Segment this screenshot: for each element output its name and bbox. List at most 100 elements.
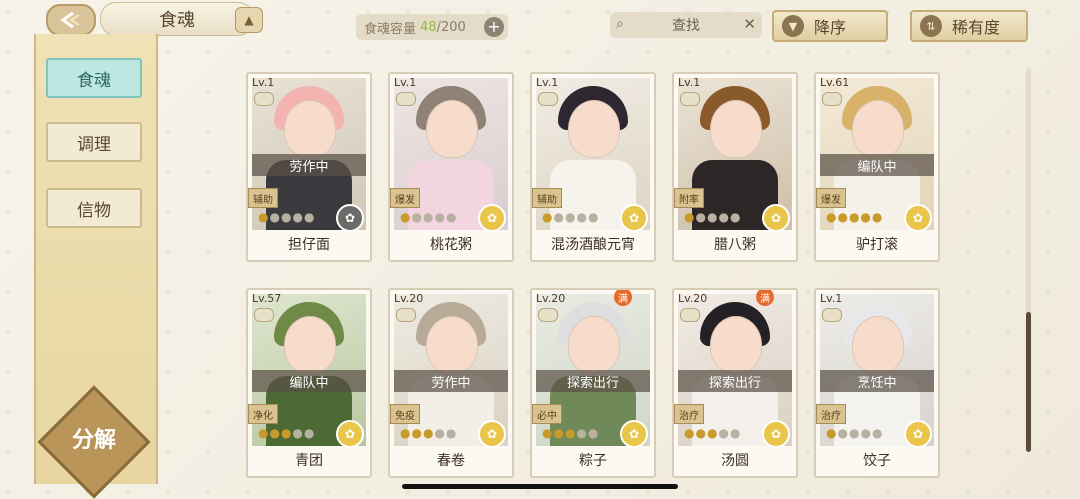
role-badge: 辅助 (248, 188, 278, 208)
character-name: 春卷 (437, 453, 465, 469)
flower-emblem-icon: ✿ (762, 204, 790, 232)
star-rating: ●●●●● (684, 210, 742, 224)
decompose-label: 分解 (71, 428, 116, 453)
role-badge: 辅助 (532, 188, 562, 208)
role-badge: 附率 (674, 188, 704, 208)
role-badge: 净化 (248, 404, 278, 424)
star-rating: ●●●●● (400, 426, 458, 440)
soul-card[interactable]: Lv.1 爆发 ●●●●● ✿ 桃花粥 (388, 72, 514, 262)
star-rating: ●●●●● (542, 426, 600, 440)
capacity-label: 食魂容量 (364, 21, 417, 37)
home-indicator (402, 484, 678, 489)
capacity-display: 食魂容量 48 /200 + (356, 14, 508, 40)
level-label: Lv.1 (678, 76, 701, 89)
sidebar-item-label: 调理 (77, 134, 111, 155)
star-rating: ●●●●● (826, 426, 884, 440)
level-label: Lv.20 (536, 292, 566, 305)
soul-card[interactable]: Lv.20 探索出行 治疗 ●●●●● ✿ 满汤圆 (672, 288, 798, 478)
role-badge: 必中 (532, 404, 562, 424)
character-face (852, 100, 904, 158)
role-badge: 爆发 (390, 188, 420, 208)
character-name: 腊八粥 (714, 237, 756, 253)
back-arrow-icon (60, 11, 80, 29)
soul-card[interactable]: Lv.1 劳作中辅助 ●●●●● ✿ 担仔面 (246, 72, 372, 262)
sidebar-item-label: 食魂 (77, 70, 111, 91)
soul-card[interactable]: Lv.61 编队中爆发 ●●●●● ✿ 驴打滚 (814, 72, 940, 262)
character-face (426, 316, 478, 374)
status-label: 劳作中 (394, 370, 508, 392)
soul-card[interactable]: Lv.20 探索出行 必中 ●●●●● ✿ 满粽子 (530, 288, 656, 478)
star-rating: ●●●●● (542, 210, 600, 224)
soul-card[interactable]: Lv.20 劳作中 免疫 ●●●●● ✿ 春卷 (388, 288, 514, 478)
bond-ring-icon (254, 92, 274, 106)
role-badge: 治疗 (816, 404, 846, 424)
level-label: Lv.57 (252, 292, 282, 305)
bond-ring-icon (396, 308, 416, 322)
level-label: Lv.20 (678, 292, 708, 305)
page-title: 食魂 (159, 10, 195, 31)
status-label: 编队中 (820, 154, 934, 176)
status-label: 探索出行 (678, 370, 792, 392)
role-badge: 爆发 (816, 188, 846, 208)
search-label: 查找 (672, 18, 700, 34)
level-label: Lv.1 (394, 76, 417, 89)
character-name: 混汤酒酿元宵 (551, 237, 635, 253)
clear-search-icon[interactable]: ✕ (743, 15, 756, 33)
sidebar-item-soul[interactable]: 食魂 (46, 58, 142, 98)
character-name: 饺子 (863, 453, 891, 469)
level-label: Lv.61 (820, 76, 850, 89)
soul-card[interactable]: Lv.57 编队中 净化 ●●●●● ✿ 青团 (246, 288, 372, 478)
flower-emblem-icon: ✿ (620, 420, 648, 448)
sort-swap-icon: ⇅ (920, 15, 942, 37)
character-face (284, 100, 336, 158)
sort-rarity-button[interactable]: ⇅ 稀有度 (910, 10, 1028, 42)
character-name: 担仔面 (288, 237, 330, 253)
full-badge: 满 (614, 290, 632, 306)
soul-card[interactable]: Lv.1 附率 ●●●●● ✿ 腊八粥 (672, 72, 798, 262)
flower-emblem-icon: ✿ (336, 204, 364, 232)
star-rating: ●●●●● (400, 210, 458, 224)
flower-emblem-icon: ✿ (904, 204, 932, 232)
search-input[interactable]: ⌕ 查找 ✕ (610, 12, 762, 38)
character-face (426, 100, 478, 158)
back-button[interactable] (46, 4, 96, 36)
search-icon: ⌕ (616, 16, 624, 32)
character-name: 桃花粥 (430, 237, 472, 253)
hat-icon[interactable]: ▲ (235, 7, 263, 33)
star-rating: ●●●●● (684, 426, 742, 440)
bond-ring-icon (822, 308, 842, 322)
bond-ring-icon (538, 92, 558, 106)
sidebar-item-cooking[interactable]: 调理 (46, 122, 142, 162)
sidebar-item-tokens[interactable]: 信物 (46, 188, 142, 228)
character-face (852, 316, 904, 374)
scrollbar[interactable] (1026, 312, 1031, 452)
flower-emblem-icon: ✿ (478, 420, 506, 448)
character-face (710, 316, 762, 374)
character-face (710, 100, 762, 158)
sidebar-item-label: 信物 (77, 200, 111, 221)
star-rating: ●●●●● (258, 210, 316, 224)
sort-order-label: 降序 (814, 18, 847, 37)
level-label: Lv.1 (252, 76, 275, 89)
bond-ring-icon (680, 92, 700, 106)
flower-emblem-icon: ✿ (904, 420, 932, 448)
sort-down-icon: ▼ (782, 15, 804, 37)
character-face (568, 100, 620, 158)
star-rating: ●●●●● (826, 210, 884, 224)
character-name: 驴打滚 (856, 237, 898, 253)
level-label: Lv.1 (536, 76, 559, 89)
flower-emblem-icon: ✿ (478, 204, 506, 232)
sort-rarity-label: 稀有度 (952, 18, 1001, 37)
character-face (568, 316, 620, 374)
soul-card[interactable]: Lv.1 辅助 ●●●●● ✿ 混汤酒酿元宵 (530, 72, 656, 262)
bond-ring-icon (822, 92, 842, 106)
sort-order-button[interactable]: ▼ 降序 (772, 10, 888, 42)
status-label: 编队中 (252, 370, 366, 392)
expand-capacity-button[interactable]: + (484, 17, 504, 37)
bond-ring-icon (680, 308, 700, 322)
star-rating: ●●●●● (258, 426, 316, 440)
capacity-max: /200 (436, 19, 466, 35)
capacity-current: 48 (420, 19, 437, 35)
status-label: 劳作中 (252, 154, 366, 176)
soul-card[interactable]: Lv.1 烹饪中 治疗 ●●●●● ✿ 饺子 (814, 288, 940, 478)
